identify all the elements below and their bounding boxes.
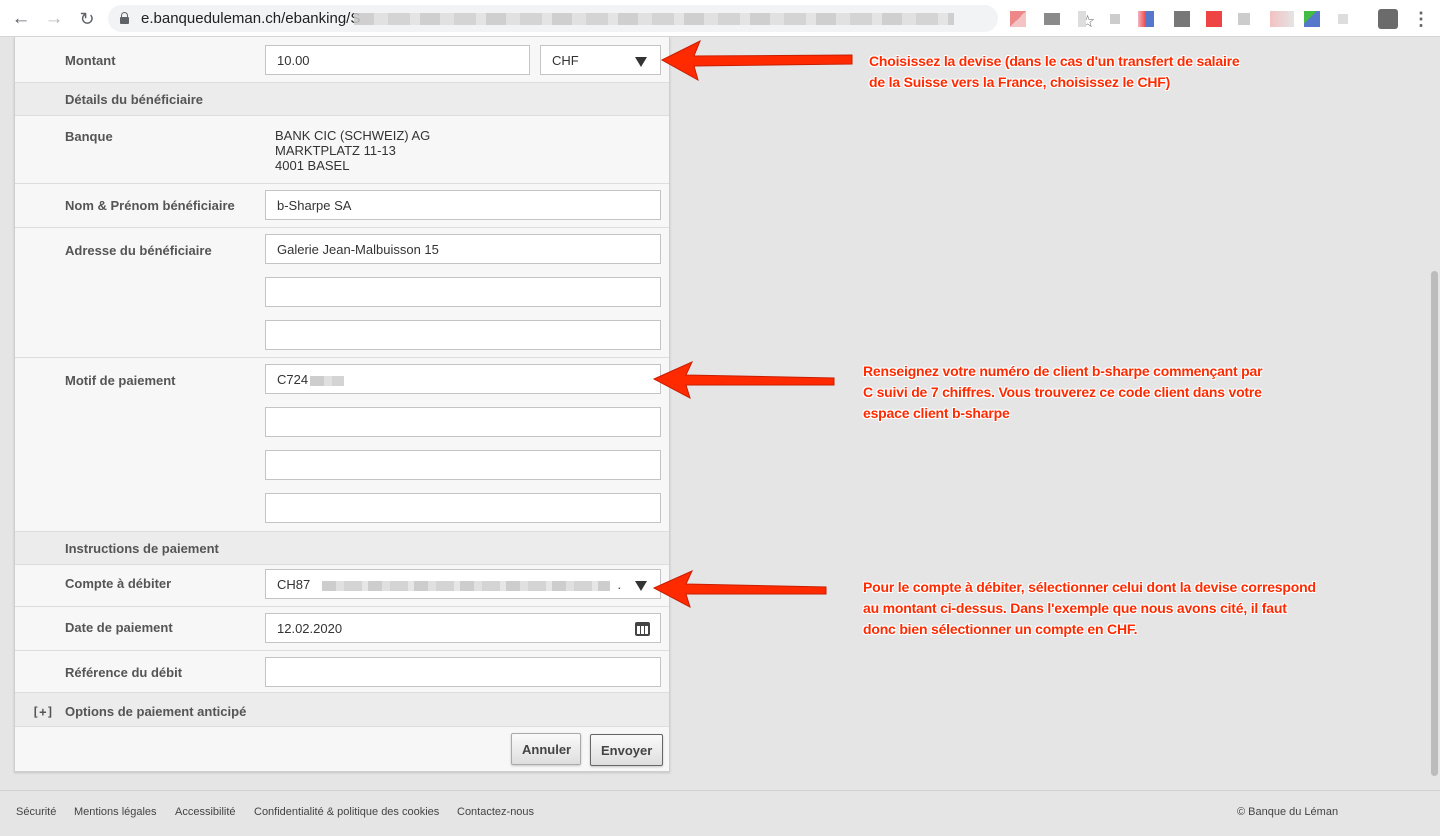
payment-date-value: 12.02.2020 xyxy=(277,621,343,636)
back-arrow-icon[interactable]: ← xyxy=(10,8,32,30)
footer-link-legal[interactable]: Mentions légales xyxy=(74,806,157,818)
section-title: Détails du bénéficiaire xyxy=(65,92,203,107)
extension-icon[interactable] xyxy=(1304,11,1320,27)
payment-form: Montant 10.00 CHF Détails du bénéficiair… xyxy=(14,37,670,772)
submit-button[interactable]: Envoyer xyxy=(590,734,663,766)
amount-input[interactable]: 10.00 xyxy=(265,45,530,75)
currency-value: CHF xyxy=(552,53,579,68)
extension-icon[interactable] xyxy=(1238,13,1250,25)
url-text: e.banqueduleman.ch/ebanking/S xyxy=(141,10,360,27)
redacted-value xyxy=(321,580,610,591)
payment-date-row: Date de paiement 12.02.2020 xyxy=(15,607,669,651)
annotation-line: de la Suisse vers la France, choisissez … xyxy=(869,74,1171,90)
lock-icon xyxy=(120,12,129,24)
payment-reason-label: Motif de paiement xyxy=(65,373,176,388)
extension-icon[interactable] xyxy=(1338,14,1348,24)
annotation-currency: Choisissez la devise (dans le cas d'un t… xyxy=(869,51,1240,93)
calendar-icon[interactable] xyxy=(635,622,650,636)
beneficiary-address-label: Adresse du bénéficiaire xyxy=(65,243,212,258)
page-footer: Sécurité Mentions légales Accessibilité … xyxy=(0,790,1440,836)
debit-account-select[interactable]: CH87 . xyxy=(265,569,661,599)
instructions-section-header: Instructions de paiement xyxy=(15,532,669,565)
payment-date-input[interactable]: 12.02.2020 xyxy=(265,613,661,643)
annotation-arrow-reason xyxy=(652,360,835,400)
footer-link-contact[interactable]: Contactez-nous xyxy=(457,806,534,818)
bank-label: Banque xyxy=(65,129,113,144)
debit-account-row: Compte à débiter CH87 . xyxy=(15,565,669,607)
extension-icon[interactable] xyxy=(1078,11,1086,27)
footer-link-accessibility[interactable]: Accessibilité xyxy=(175,806,236,818)
bank-street: MARKTPLATZ 11-13 xyxy=(275,143,396,158)
annotation-line: Choisissez la devise (dans le cas d'un t… xyxy=(869,53,1240,69)
reload-icon[interactable]: ↻ xyxy=(76,8,98,30)
bank-name: BANK CIC (SCHWEIZ) AG xyxy=(275,128,431,143)
dropdown-triangle-icon xyxy=(635,581,647,591)
annotation-line: Renseignez votre numéro de client b-shar… xyxy=(863,363,1263,379)
bank-row: Banque BANK CIC (SCHWEIZ) AG MARKTPLATZ … xyxy=(15,116,669,184)
amount-label: Montant xyxy=(65,53,116,68)
profile-avatar[interactable] xyxy=(1378,9,1398,29)
annotation-line: C suivi de 7 chiffres. Vous trouverez ce… xyxy=(863,384,1262,400)
redacted-value xyxy=(310,375,345,386)
extension-icon[interactable] xyxy=(1206,11,1222,27)
beneficiary-address-row: Adresse du bénéficiaire Galerie Jean-Mal… xyxy=(15,228,669,358)
footer-link-security[interactable]: Sécurité xyxy=(16,806,56,818)
dropdown-triangle-icon xyxy=(635,57,647,67)
bank-city: 4001 BASEL xyxy=(275,158,350,173)
footer-link-privacy[interactable]: Confidentialité & politique des cookies xyxy=(254,806,439,818)
debit-reference-input[interactable] xyxy=(265,657,661,687)
reason-line-2-input[interactable] xyxy=(265,407,661,437)
address-line-3-input[interactable] xyxy=(265,320,661,350)
extension-icon[interactable] xyxy=(1044,13,1060,25)
address-bar[interactable]: e.banqueduleman.ch/ebanking/S ☆ xyxy=(108,5,1095,32)
extension-icon[interactable] xyxy=(1010,11,1026,27)
reason-line-3-input[interactable] xyxy=(265,450,661,480)
url-redacted xyxy=(354,13,954,25)
scrollbar-thumb[interactable] xyxy=(1431,271,1438,776)
debit-account-label: Compte à débiter xyxy=(65,576,172,591)
browser-menu-icon[interactable]: ⋮ xyxy=(1412,8,1430,30)
annotation-account: Pour le compte à débiter, sélectionner c… xyxy=(863,577,1316,640)
account-prefix: CH87 xyxy=(277,577,311,592)
forward-arrow-icon[interactable]: → xyxy=(43,8,65,30)
extension-icon[interactable] xyxy=(1110,14,1120,24)
reason-line-4-input[interactable] xyxy=(265,493,661,523)
address-line-2-input[interactable] xyxy=(265,277,661,307)
extension-icon[interactable] xyxy=(1270,11,1294,27)
reason-line-1-value: C724 xyxy=(277,372,309,387)
annotation-reason: Renseignez votre numéro de client b-shar… xyxy=(863,361,1263,424)
extension-icon[interactable] xyxy=(1138,11,1154,27)
browser-toolbar: ← → ↻ e.banqueduleman.ch/ebanking/S ☆ ⋮ xyxy=(0,0,1440,37)
cancel-button[interactable]: Annuler xyxy=(511,733,581,765)
address-line-1-input[interactable]: Galerie Jean-Malbuisson 15 xyxy=(265,234,661,264)
annotation-line: donc bien sélectionner un compte en CHF. xyxy=(863,621,1138,637)
payment-reason-row: Motif de paiement C724 xyxy=(15,358,669,532)
beneficiary-name-row: Nom & Prénom bénéficiaire b-Sharpe SA xyxy=(15,184,669,228)
section-title: Instructions de paiement xyxy=(65,541,219,556)
annotation-line: Pour le compte à débiter, sélectionner c… xyxy=(863,579,1316,595)
account-suffix: . xyxy=(617,577,622,592)
beneficiary-name-label: Nom & Prénom bénéficiaire xyxy=(65,198,235,213)
debit-reference-label: Référence du débit xyxy=(65,665,183,680)
payment-date-label: Date de paiement xyxy=(65,620,173,635)
expand-plus-icon[interactable]: [+] xyxy=(32,706,54,721)
advance-options-toggle[interactable]: [+] Options de paiement anticipé xyxy=(15,693,669,727)
annotation-arrow-currency xyxy=(660,39,853,82)
debit-reference-row: Référence du débit xyxy=(15,651,669,693)
beneficiary-section-header: Détails du bénéficiaire xyxy=(15,83,669,116)
bank-address: BANK CIC (SCHWEIZ) AG MARKTPLATZ 11-13 4… xyxy=(275,128,430,173)
advance-options-label[interactable]: Options de paiement anticipé xyxy=(65,704,246,719)
reason-line-1-input[interactable]: C724 xyxy=(265,364,661,394)
currency-select[interactable]: CHF xyxy=(540,45,661,75)
extension-icon[interactable] xyxy=(1174,11,1190,27)
copyright-text: © Banque du Léman xyxy=(1237,806,1339,818)
annotation-line: espace client b-sharpe xyxy=(863,405,1010,421)
beneficiary-name-input[interactable]: b-Sharpe SA xyxy=(265,190,661,220)
annotation-arrow-account xyxy=(652,569,827,609)
annotation-line: au montant ci-dessus. Dans l'exemple que… xyxy=(863,600,1287,616)
amount-row: Montant 10.00 CHF xyxy=(15,37,669,83)
